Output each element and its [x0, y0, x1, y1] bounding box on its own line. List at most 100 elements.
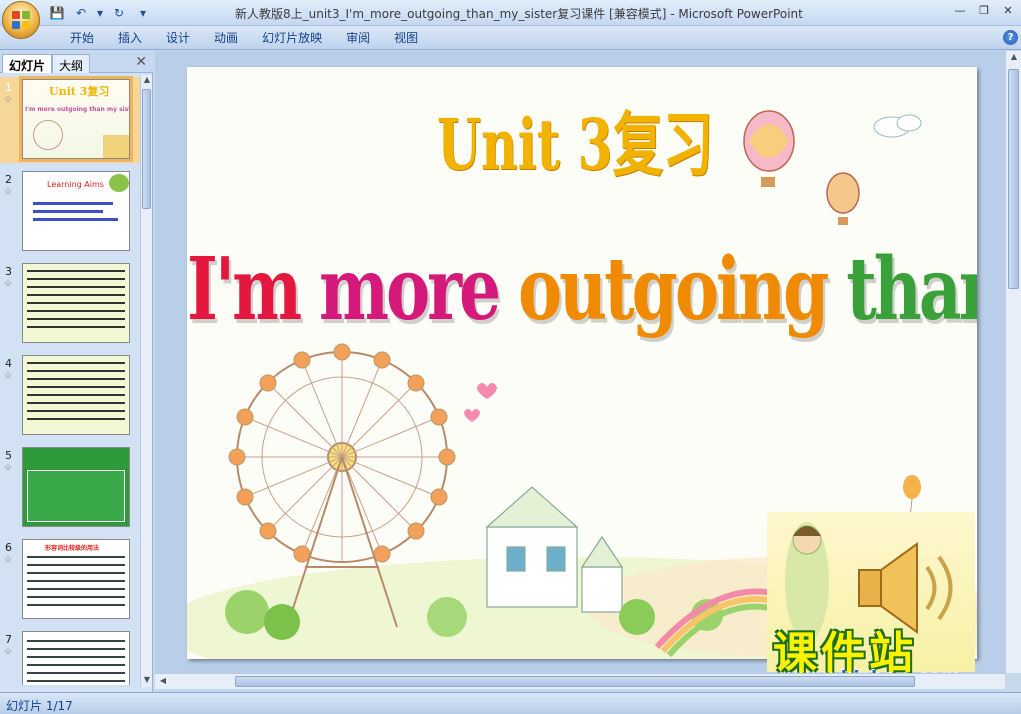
scroll-up-icon[interactable]: ▲ — [1009, 52, 1019, 64]
slide-thumbnail-5[interactable]: 5 ☆ — [0, 445, 140, 531]
thumb-text-line — [33, 202, 113, 205]
scroll-up-icon[interactable]: ▲ — [142, 75, 152, 87]
hot-air-balloon — [743, 110, 795, 187]
tab-review[interactable]: 审阅 — [334, 30, 382, 46]
thumbnail-preview — [22, 263, 130, 343]
pane-tabs: 幻灯片 大纲 ✕ — [0, 51, 153, 73]
slide-thumbnail-6[interactable]: 6 ☆ 形容词比较级的用法 — [0, 537, 140, 623]
office-button[interactable] — [2, 1, 40, 39]
vertical-scrollbar[interactable]: ▲ — [1005, 51, 1021, 673]
save-button[interactable]: 💾 — [48, 4, 66, 22]
restore-icon: ❐ — [979, 3, 989, 17]
tab-slides[interactable]: 幻灯片 — [2, 54, 53, 73]
undo-icon: ↶ — [75, 6, 87, 20]
pane-scroll-thumb[interactable] — [142, 89, 151, 209]
restore-button[interactable]: ❐ — [973, 1, 995, 19]
minimize-icon: — — [954, 3, 966, 17]
subtitle-word: more — [319, 239, 518, 340]
thumb-subtitle: I'm more outgoing than my sister. — [25, 106, 129, 113]
tab-design[interactable]: 设计 — [154, 30, 202, 46]
tab-outline[interactable]: 大纲 — [52, 54, 91, 73]
tab-view[interactable]: 视图 — [382, 30, 430, 46]
horizontal-scrollbar[interactable]: ◀ — [155, 673, 1005, 689]
thumbnail-preview: Learning Aims — [22, 171, 130, 251]
office-logo-icon — [12, 11, 30, 29]
animation-star-icon: ☆ — [4, 187, 13, 197]
pane-close-button[interactable]: ✕ — [135, 54, 147, 70]
animation-star-icon: ☆ — [4, 279, 13, 289]
slide-number: 6 — [5, 541, 12, 554]
slide-subtitle[interactable]: I'm more outgoing than my sister. — [187, 239, 977, 340]
thumb-table — [27, 470, 125, 522]
thumb-decoration — [109, 174, 129, 192]
slide-thumbnail-2[interactable]: 2 ☆ Learning Aims — [0, 169, 140, 255]
balloon — [903, 475, 921, 499]
horizontal-scroll-thumb[interactable] — [235, 676, 915, 687]
status-bar: 幻灯片 1/17 — [0, 692, 1021, 714]
slide-number: 4 — [5, 357, 12, 370]
animation-star-icon: ☆ — [4, 463, 13, 473]
pane-scrollbar[interactable]: ▲ ▼ — [140, 75, 152, 687]
help-icon: ? — [1007, 32, 1014, 43]
scroll-left-icon[interactable]: ◀ — [158, 676, 168, 688]
thumbnail-preview: Unit 3复习 I'm more outgoing than my siste… — [19, 76, 133, 162]
thumb-text-line — [33, 210, 103, 213]
slide-number: 7 — [5, 633, 12, 646]
customize-qat-button[interactable]: ▾ — [138, 4, 148, 22]
chevron-down-icon: ▾ — [139, 6, 147, 20]
ferris-wheel-thumb — [33, 120, 63, 150]
subtitle-word: I'm — [187, 239, 320, 340]
undo-button[interactable]: ↶ — [72, 4, 90, 22]
thumb-title: Learning Aims — [47, 180, 104, 189]
thumbnail-preview — [22, 447, 130, 527]
redo-button[interactable]: ↻ — [110, 4, 128, 22]
slide-title[interactable]: Unit 3复习 — [437, 89, 713, 190]
cloud — [873, 114, 922, 138]
thumb-text-lines — [27, 270, 125, 272]
thumb-text-lines — [27, 640, 125, 642]
thumb-title: 形容词比较级的用法 — [45, 545, 100, 552]
ribbon-tabs: 开始 插入 设计 动画 幻灯片放映 审阅 视图 — [58, 30, 430, 46]
title-bar: 💾 ↶ ▾ ↻ ▾ 新人教版8上_unit3_I'm_more_outgoing… — [0, 0, 1021, 26]
subtitle-word: than — [846, 239, 977, 340]
vertical-scroll-thumb[interactable] — [1008, 69, 1019, 289]
slides-pane: 幻灯片 大纲 ✕ 1 ☆ Unit 3复习 I'm more outgoing … — [0, 51, 153, 692]
tab-slideshow[interactable]: 幻灯片放映 — [250, 30, 334, 46]
tab-insert[interactable]: 插入 — [106, 30, 154, 46]
window-controls: — ❐ ✕ — [949, 1, 1019, 19]
subtitle-word: outgoing — [517, 239, 847, 340]
scroll-down-icon[interactable]: ▼ — [142, 675, 152, 687]
help-button[interactable]: ? — [1003, 30, 1018, 45]
tab-animations[interactable]: 动画 — [202, 30, 250, 46]
thumb-title: Unit 3复习 — [49, 85, 110, 98]
thumbnail-preview: 形容词比较级的用法 — [22, 539, 130, 619]
minimize-button[interactable]: — — [949, 1, 971, 19]
thumb-text-lines — [27, 362, 125, 364]
close-button[interactable]: ✕ — [997, 1, 1019, 19]
window-title: 新人教版8上_unit3_I'm_more_outgoing_than_my_s… — [235, 7, 803, 21]
slide-number: 2 — [5, 173, 12, 186]
slide-thumbnail-4[interactable]: 4 ☆ — [0, 353, 140, 439]
quick-access-toolbar: 💾 ↶ ▾ ↻ ▾ — [48, 4, 148, 22]
ribbon: 开始 插入 设计 动画 幻灯片放映 审阅 视图 ? — [0, 26, 1021, 50]
slide-thumbnail-7[interactable]: 7 ☆ — [0, 629, 140, 685]
close-icon: ✕ — [1003, 3, 1013, 17]
undo-dropdown[interactable]: ▾ — [96, 4, 104, 22]
thumbnail-preview — [22, 631, 130, 685]
redo-icon: ↻ — [113, 6, 125, 20]
save-icon: 💾 — [49, 6, 65, 20]
tab-home[interactable]: 开始 — [58, 30, 106, 46]
slide-thumbnail-3[interactable]: 3 ☆ — [0, 261, 140, 347]
thumb-text-lines — [27, 556, 125, 558]
heart — [477, 383, 497, 399]
thumbnail-list: 1 ☆ Unit 3复习 I'm more outgoing than my s… — [0, 75, 140, 685]
slide-thumbnail-1[interactable]: 1 ☆ Unit 3复习 I'm more outgoing than my s… — [0, 76, 140, 163]
thumbnail-preview — [22, 355, 130, 435]
animation-star-icon: ☆ — [4, 647, 13, 657]
thumb-text-line — [33, 218, 118, 221]
slide-counter: 幻灯片 1/17 — [6, 699, 73, 713]
slide-number: 5 — [5, 449, 12, 462]
chevron-down-icon: ▾ — [96, 6, 104, 20]
heart — [464, 409, 480, 422]
castle — [485, 486, 624, 613]
